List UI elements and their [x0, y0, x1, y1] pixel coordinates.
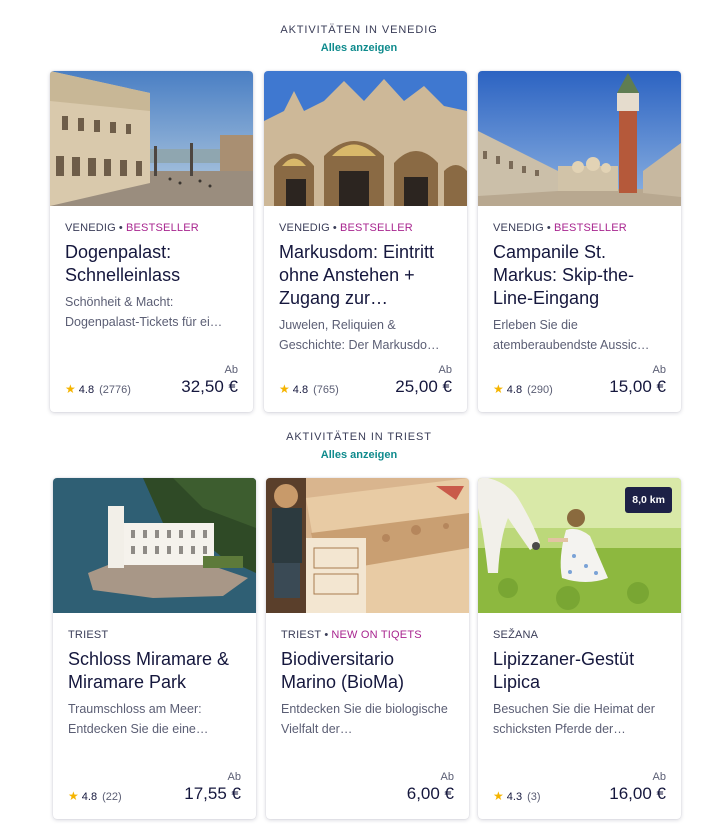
star-icon: ★	[279, 382, 290, 396]
card-title[interactable]: Dogenpalast: Schnelleinlass	[65, 241, 238, 287]
card-location: VENEDIG	[493, 222, 544, 234]
section-title: AKTIVITÄTEN IN TRIEST	[286, 431, 432, 443]
miramare-castle-photo	[53, 478, 256, 613]
card-description: Besuchen Sie die Heimat der schicksten P…	[493, 702, 655, 736]
card-rating: ★ 4.8 (22)	[68, 789, 122, 803]
distance-badge: 8,0 km	[625, 487, 672, 513]
card-description: Schönheit & Macht: Dogenpalast-Tickets f…	[65, 295, 223, 329]
card-title[interactable]: Lipizzaner-Gestüt Lipica	[493, 648, 666, 694]
card-title[interactable]: Markusdom: Eintritt ohne Anstehen + Zuga…	[279, 241, 452, 310]
activity-card[interactable]: TRIEST Schloss Miramare & Miramare Park …	[53, 478, 256, 819]
card-rating: ★ 4.8 (290)	[493, 382, 553, 396]
card-location: TRIEST	[68, 629, 109, 641]
card-title[interactable]: Campanile St. Markus: Skip-the-Line-Eing…	[493, 241, 666, 310]
card-description: Entdecken Sie die biologische Vielfalt d…	[281, 702, 448, 736]
activity-card[interactable]: VENEDIG • BESTSELLER Dogenpalast: Schnelle…	[50, 71, 253, 412]
doges-palace-photo	[50, 71, 253, 206]
section-header-venice: AKTIVITÄTEN IN VENEDIG Alles anzeigen	[0, 24, 718, 54]
card-location: TRIEST	[281, 629, 322, 641]
section-title: AKTIVITÄTEN IN VENEDIG	[280, 24, 438, 36]
card-price: Ab 15,00 €	[609, 364, 666, 396]
star-icon: ★	[68, 789, 79, 803]
see-all-link[interactable]: Alles anzeigen	[0, 42, 718, 54]
card-location: SEŽANA	[493, 629, 539, 641]
card-price: Ab 16,00 €	[609, 771, 666, 803]
activity-card[interactable]: VENEDIG • BESTSELLER Campanile St. Markus:…	[478, 71, 681, 412]
card-rating: ★ 4.3 (3)	[493, 789, 541, 803]
card-price: Ab 17,55 €	[184, 771, 241, 803]
card-rating: ★ 4.8 (765)	[279, 382, 339, 396]
activity-card[interactable]: TRIEST • NEW ON TIQETS Biodiversitario Mar…	[266, 478, 469, 819]
campanile-photo	[478, 71, 681, 206]
card-tag: NEW ON TIQETS	[331, 629, 422, 641]
see-all-link[interactable]: Alles anzeigen	[0, 449, 718, 461]
card-price: Ab 32,50 €	[181, 364, 238, 396]
card-tag: BESTSELLER	[125, 222, 199, 234]
card-description: Juwelen, Reliquien & Geschichte: Der Mar…	[279, 318, 440, 352]
section-header-trieste: AKTIVITÄTEN IN TRIEST Alles anzeigen	[0, 431, 718, 461]
star-icon: ★	[493, 789, 504, 803]
card-description: Erleben Sie die atemberaubendste Aussic…	[493, 318, 650, 352]
card-tag: BESTSELLER	[339, 222, 413, 234]
star-icon: ★	[65, 382, 76, 396]
card-price: Ab 25,00 €	[395, 364, 452, 396]
activity-card[interactable]: VENEDIG • BESTSELLER Markusdom: Eintritt o…	[264, 71, 467, 412]
star-icon: ★	[493, 382, 504, 396]
card-rating: ★ 4.8 (2776)	[65, 382, 131, 396]
card-title[interactable]: Schloss Miramare & Miramare Park	[68, 648, 241, 694]
card-title[interactable]: Biodiversitario Marino (BioMa)	[281, 648, 454, 694]
card-description: Traumschloss am Meer: Entdecken Sie die …	[68, 702, 209, 736]
card-location: VENEDIG	[279, 222, 330, 234]
card-location: VENEDIG	[65, 222, 116, 234]
bioma-museum-photo	[266, 478, 469, 613]
card-tag: BESTSELLER	[553, 222, 627, 234]
lipica-horse-photo: 8,0 km	[478, 478, 681, 613]
st-marks-basilica-photo	[264, 71, 467, 206]
activity-card[interactable]: 8,0 km SEŽANA Lipizzaner-Gestüt Lipica B…	[478, 478, 681, 819]
card-price: Ab 6,00 €	[406, 771, 454, 803]
